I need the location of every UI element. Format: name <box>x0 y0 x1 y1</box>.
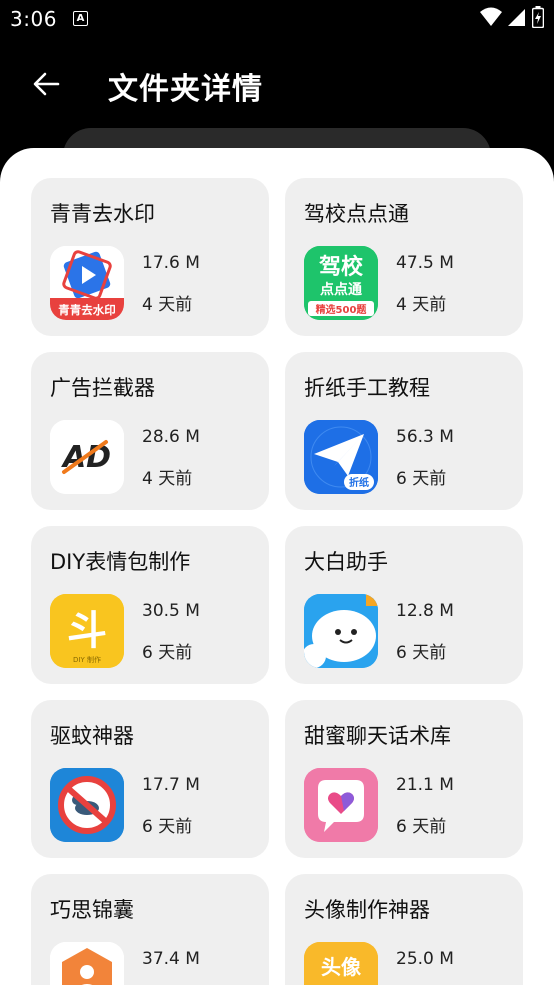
app-size: 17.6 M <box>142 253 200 273</box>
diy-emoji-icon: 斗 DIY 制作 <box>50 594 124 668</box>
app-size: 17.7 M <box>142 775 200 795</box>
app-size: 37.4 M <box>142 949 200 969</box>
app-card-diy-emoji[interactable]: DIY表情包制作 斗 DIY 制作 30.5 M 6 天前 <box>31 526 269 684</box>
app-name: 巧思锦囊 <box>50 898 134 922</box>
folder-sheet: 青青去水印 青青去水印 17.6 M 4 天前 驾校点点通 驾校 点点通 精选5… <box>0 148 554 985</box>
app-size: 25.0 M <box>396 949 454 969</box>
app-name: 驾校点点通 <box>304 202 409 226</box>
app-name: DIY表情包制作 <box>50 550 191 574</box>
status-icons <box>480 6 544 28</box>
watermark-app-icon: 青青去水印 <box>50 246 124 320</box>
app-name: 大白助手 <box>304 550 388 574</box>
status-time: 3:06 <box>10 7 57 31</box>
app-time: 6 天前 <box>396 643 447 663</box>
app-size: 47.5 M <box>396 253 454 273</box>
app-name: 头像制作神器 <box>304 898 430 922</box>
app-time: 6 天前 <box>396 817 447 837</box>
paper-plane-icon: 折纸 <box>304 420 378 494</box>
back-button[interactable] <box>26 64 66 104</box>
app-card-qingqing[interactable]: 青青去水印 青青去水印 17.6 M 4 天前 <box>31 178 269 336</box>
app-name: 甜蜜聊天话术库 <box>304 724 451 748</box>
app-time: 6 天前 <box>142 817 193 837</box>
app-name: 青青去水印 <box>50 202 155 226</box>
app-bar: 文件夹详情 <box>0 38 554 130</box>
page-title: 文件夹详情 <box>108 72 263 107</box>
app-time: 4 天前 <box>142 469 193 489</box>
app-card-mosquito[interactable]: 驱蚊神器 17.7 M 6 天前 <box>31 700 269 858</box>
app-time: 4 天前 <box>396 295 447 315</box>
diy-icon-text: 斗 <box>67 608 107 654</box>
app-card-sweet-chat[interactable]: 甜蜜聊天话术库 21.1 M 6 天前 <box>285 700 523 858</box>
app-card-dabai[interactable]: 大白助手 12.8 M 6 天前 <box>285 526 523 684</box>
app-name: 驱蚊神器 <box>50 724 134 748</box>
app-card-qiaosi[interactable]: 巧思锦囊 37.4 M <box>31 874 269 985</box>
ad-block-icon: AD <box>50 420 124 494</box>
wifi-icon <box>480 7 502 26</box>
app-card-origami[interactable]: 折纸手工教程 折纸 56.3 M 6 天前 <box>285 352 523 510</box>
app-size: 28.6 M <box>142 427 200 447</box>
qiaosi-icon <box>50 942 124 985</box>
battery-icon <box>532 6 544 28</box>
watermark-icon-text: 青青去水印 <box>58 303 116 317</box>
diy-icon-subtext: DIY 制作 <box>73 655 101 664</box>
app-card-driving[interactable]: 驾校点点通 驾校 点点通 精选500题 47.5 M 4 天前 <box>285 178 523 336</box>
avatar-maker-icon: 头像 <box>304 942 378 985</box>
arrow-left-icon <box>33 72 60 96</box>
app-time: 4 天前 <box>142 295 193 315</box>
app-time: 6 天前 <box>142 643 193 663</box>
app-size: 30.5 M <box>142 601 200 621</box>
driving-icon-text-badge: 精选500题 <box>316 303 368 316</box>
app-size: 56.3 M <box>396 427 454 447</box>
no-mosquito-icon <box>50 768 124 842</box>
status-bar: 3:06 A <box>0 0 554 38</box>
driving-icon-text-sub: 点点通 <box>320 281 362 298</box>
dabai-face-icon <box>304 594 378 668</box>
app-card-adblock[interactable]: 广告拦截器 AD 28.6 M 4 天前 <box>31 352 269 510</box>
app-size: 12.8 M <box>396 601 454 621</box>
avatar-icon-text: 头像 <box>321 955 362 979</box>
heart-chat-icon <box>304 768 378 842</box>
app-time: 6 天前 <box>396 469 447 489</box>
signal-icon <box>508 9 525 26</box>
app-card-avatar-maker[interactable]: 头像制作神器 头像 25.0 M <box>285 874 523 985</box>
app-name: 折纸手工教程 <box>304 376 430 400</box>
notification-icon: A <box>73 11 88 26</box>
driving-icon-text-main: 驾校 <box>319 254 364 280</box>
app-size: 21.1 M <box>396 775 454 795</box>
app-name: 广告拦截器 <box>50 376 155 400</box>
origami-icon-text: 折纸 <box>349 476 369 489</box>
driving-school-icon: 驾校 点点通 精选500题 <box>304 246 378 320</box>
